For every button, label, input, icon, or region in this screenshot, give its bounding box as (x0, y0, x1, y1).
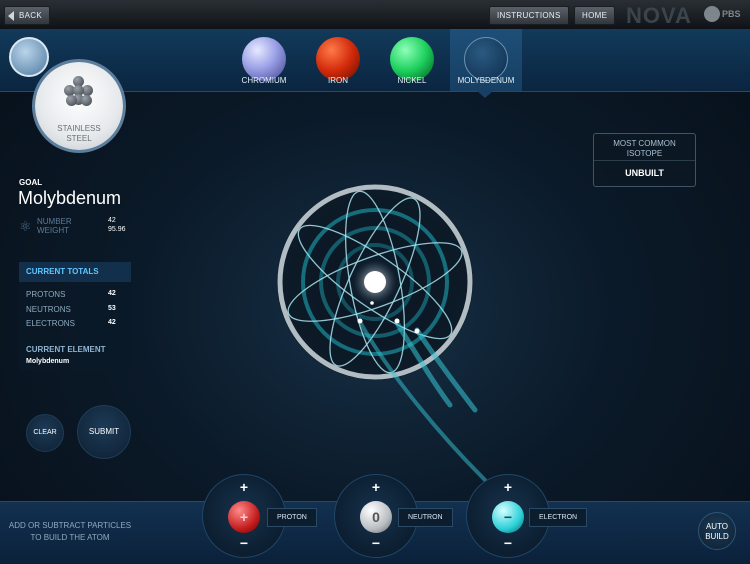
element-label: CHROMIUM (241, 76, 287, 85)
top-bar: BACK INSTRUCTIONS HOME NOVA PBS (0, 0, 750, 30)
electron (370, 301, 374, 305)
electron (414, 328, 420, 334)
add-neutron-button[interactable]: + (335, 479, 417, 495)
weight-label: WEIGHT (37, 226, 69, 235)
proton-label: PROTON (267, 508, 317, 527)
element-iron[interactable]: IRON (302, 29, 374, 91)
electron (357, 318, 363, 324)
current-element-label: CURRENT ELEMENT (26, 345, 106, 354)
most-common-isotope-panel: MOST COMMON ISOTOPE UNBUILT (593, 133, 696, 187)
element-label: MOLYBDENUM (457, 76, 515, 85)
neutron-label: NEUTRON (398, 508, 453, 527)
isotope-value: UNBUILT (625, 168, 664, 178)
nucleus (364, 271, 386, 293)
current-element-value: Molybdenum (26, 358, 70, 365)
back-button[interactable]: BACK (4, 6, 50, 25)
alloy-label: STAINLESS STEEL (57, 124, 101, 143)
pbs-logo-text: PBS (722, 9, 741, 19)
number-value: 42 (108, 217, 116, 224)
element-chromium[interactable]: CHROMIUM (228, 29, 300, 91)
electron-label: ELECTRON (529, 508, 588, 527)
goal-element-name: Molybdenum (18, 188, 122, 208)
electrons-label: ELECTRONS (26, 319, 75, 328)
neutron-icon[interactable]: 0 (360, 501, 392, 533)
electron (394, 318, 400, 324)
neutrons-value: 53 (108, 305, 116, 312)
instructions-button[interactable]: INSTRUCTIONS (489, 6, 569, 25)
atom-cluster-icon (64, 76, 94, 106)
add-electron-button[interactable]: + (467, 479, 549, 495)
element-molybdenum[interactable]: MOLYBDENUM (450, 29, 522, 91)
isotope-title: MOST COMMON ISOTOPE (613, 139, 676, 158)
stainless-steel-badge[interactable]: STAINLESS STEEL (35, 62, 123, 150)
iron-sphere-icon (316, 37, 360, 81)
remove-electron-button[interactable]: − (467, 535, 549, 551)
add-proton-button[interactable]: + (203, 479, 285, 495)
proton-icon[interactable]: + (228, 501, 260, 533)
atom-visualization (277, 184, 487, 482)
number-label: NUMBER (37, 217, 72, 226)
electrons-value: 42 (108, 319, 116, 326)
element-label: NICKEL (397, 76, 427, 85)
clear-button[interactable]: CLEAR (26, 414, 64, 452)
remove-neutron-button[interactable]: − (335, 535, 417, 551)
pbs-logo-icon (704, 6, 720, 22)
selection-pointer-icon (477, 91, 493, 98)
auto-build-button[interactable]: AUTO BUILD (698, 512, 736, 550)
home-button[interactable]: HOME (574, 6, 616, 25)
chromium-sphere-icon (242, 37, 286, 81)
neutrons-label: NEUTRONS (26, 305, 71, 314)
protons-value: 42 (108, 290, 116, 297)
particle-hint: ADD OR SUBTRACT PARTICLES TO BUILD THE AT… (8, 521, 132, 542)
weight-value: 95.96 (108, 226, 126, 233)
goal-heading: GOAL (19, 178, 43, 187)
molybdenum-sphere-icon (464, 37, 508, 81)
nova-logo: NOVA (626, 3, 692, 28)
protons-label: PROTONS (26, 290, 66, 299)
remove-proton-button[interactable]: − (203, 535, 285, 551)
nickel-sphere-icon (390, 37, 434, 81)
electron-icon[interactable]: − (492, 501, 524, 533)
totals-heading: CURRENT TOTALS (19, 262, 131, 282)
element-nickel[interactable]: NICKEL (376, 29, 448, 91)
submit-button[interactable]: SUBMIT (77, 405, 131, 459)
atom-small-icon: ⚛ (19, 218, 32, 234)
element-label: IRON (328, 76, 348, 85)
alloy-small-badge-icon[interactable] (9, 37, 49, 77)
